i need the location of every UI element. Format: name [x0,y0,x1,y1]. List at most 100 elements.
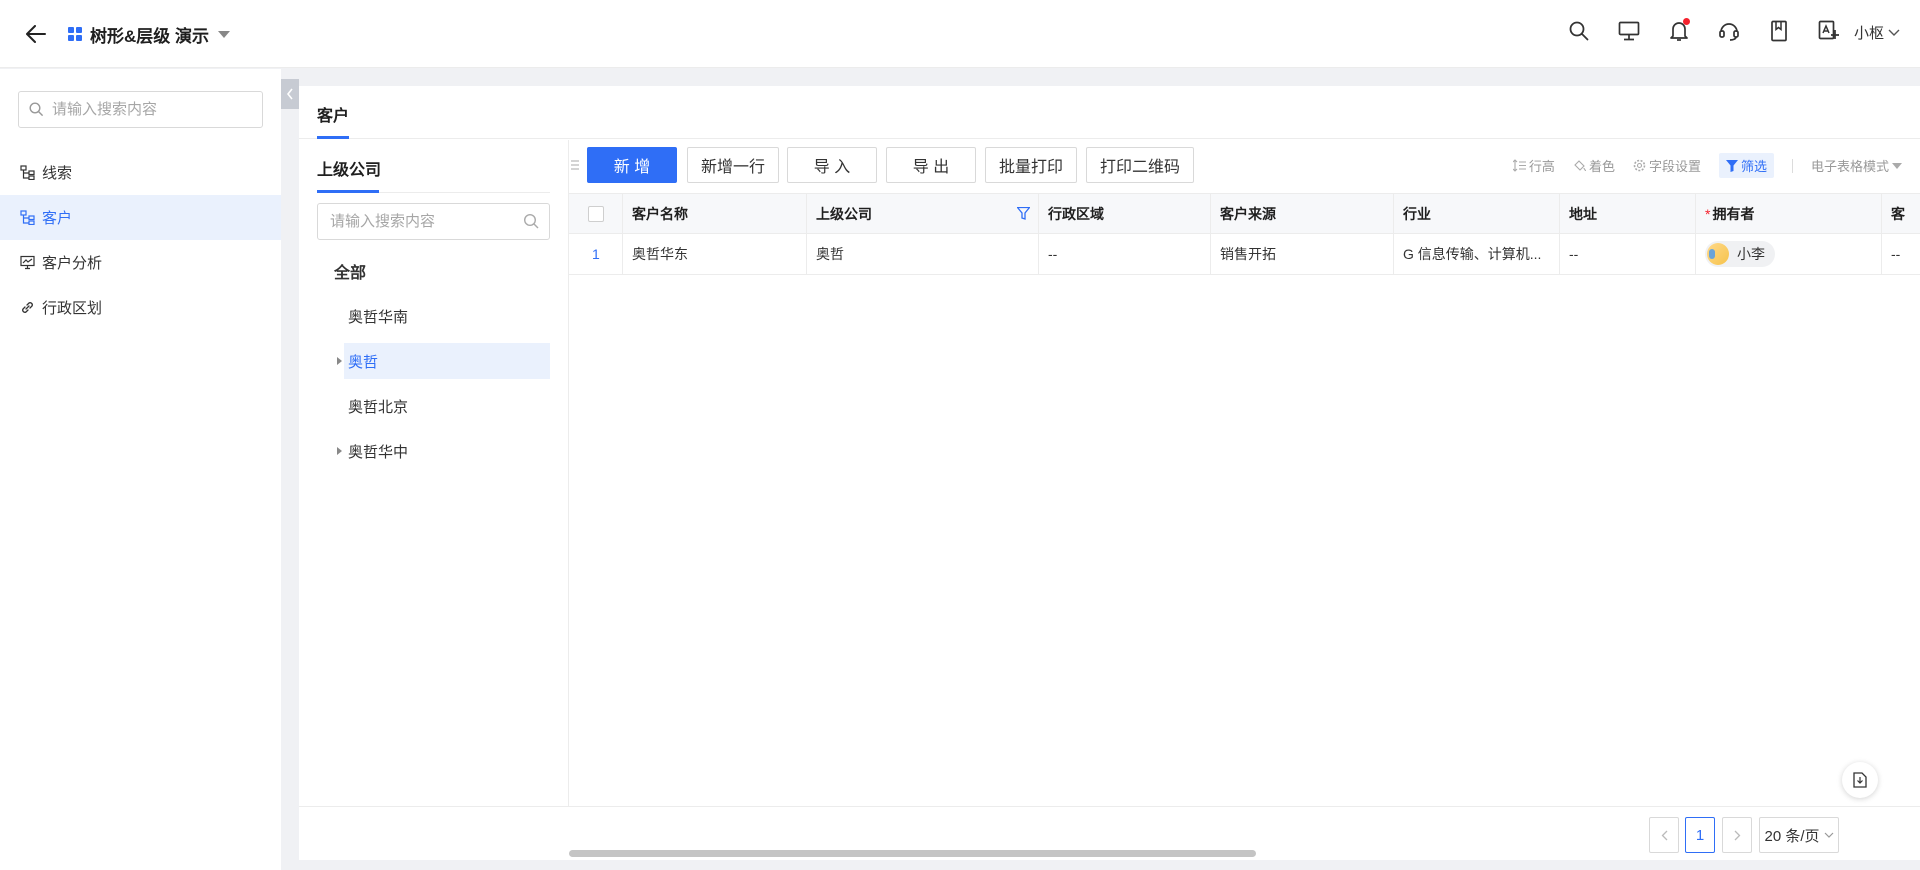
tree-icon [20,210,35,225]
translate-icon [1818,20,1839,40]
search-button[interactable] [1568,20,1590,42]
row-index: 1 [569,234,623,274]
select-all-cell [569,194,623,233]
page-size-select[interactable]: 20 条/页 [1759,817,1839,853]
filter-button[interactable]: 筛选 [1718,153,1774,178]
spreadsheet-mode-label: 电子表格模式 [1810,159,1889,174]
sidebar-search-input[interactable] [52,101,252,118]
row-height-label: 行高 [1528,159,1555,174]
column-header[interactable]: 客户名称 [623,194,807,233]
cell-region[interactable]: -- [1039,234,1211,274]
row-height-button[interactable]: 行高 [1512,156,1555,175]
cell-extra[interactable]: -- [1882,234,1920,274]
cell-owner[interactable]: 小李 [1696,234,1882,274]
column-header[interactable]: 上级公司 [807,194,1039,233]
tree-panel: 上级公司 全部 奥哲华南 奥哲 奥哲北京 奥哲华中 [299,140,569,806]
print-qr-button[interactable]: 打印二维码 [1086,147,1194,183]
arrow-left-icon [26,25,46,43]
app-switcher[interactable]: 树形&层级 演示 [68,20,231,48]
caret-right-icon [336,447,342,455]
docs-button[interactable] [1768,20,1790,42]
back-button[interactable] [22,20,50,48]
support-button[interactable] [1718,20,1740,42]
caret-right-icon [336,357,342,365]
add-row-button[interactable]: 新增一行 [687,147,779,183]
tab-customers[interactable]: 客户 [317,102,349,126]
document-icon [1853,772,1867,788]
column-header[interactable]: 客户来源 [1211,194,1394,233]
row-height-icon [1512,159,1526,172]
page-number-button[interactable]: 1 [1685,817,1715,853]
sidebar-item-customer-analysis[interactable]: 客户分析 [0,240,281,285]
export-button[interactable]: 导 出 [886,147,976,183]
column-header-label: 拥有者 [1712,205,1755,222]
grid-icon [68,27,82,41]
sidebar-item-leads[interactable]: 线索 [0,150,281,195]
tree-expand-toggle[interactable] [335,433,343,469]
sidebar-menu: 线索 客户 客户分析 行政区划 [0,150,281,330]
caret-down-icon [218,30,230,38]
next-page-button[interactable] [1722,817,1752,853]
funnel-icon [1725,159,1738,172]
column-header[interactable]: * 拥有者 [1696,194,1882,233]
book-icon [1771,20,1787,42]
tree-node[interactable]: 奥哲 [344,343,550,379]
grid-toolbar: 新 增 新增一行 导 入 导 出 批量打印 打印二维码 行高 着色 字段设置 筛… [569,140,1920,187]
import-button[interactable]: 导 入 [787,147,877,183]
column-header[interactable]: 客 [1882,194,1920,233]
sidebar-search [18,91,263,128]
tree-expand-toggle[interactable] [335,343,343,379]
owner-chip[interactable]: 小李 [1705,241,1775,267]
floating-doc-button[interactable] [1842,762,1878,798]
tree-node[interactable]: 奥哲华中 [344,433,550,469]
cell-industry[interactable]: G 信息传输、计算机... [1394,234,1560,274]
search-icon [1569,21,1589,41]
owner-name: 小李 [1737,246,1765,262]
coloring-button[interactable]: 着色 [1573,156,1615,175]
cell-parent-company[interactable]: 奥哲 [807,234,1039,274]
sidebar-item-customers[interactable]: 客户 [0,195,281,240]
chevron-left-icon [286,88,293,100]
gear-icon [1633,159,1646,172]
spreadsheet-mode-toggle[interactable]: 电子表格模式 [1811,156,1902,175]
tree-search-input[interactable] [330,213,515,230]
cell-source[interactable]: 销售开拓 [1211,234,1394,274]
cell-address[interactable]: -- [1560,234,1696,274]
sidebar-collapse-button[interactable] [281,79,299,109]
table-row[interactable]: 1 奥哲华东 奥哲 -- 销售开拓 G 信息传输、计算机... -- 小李 -- [569,234,1920,275]
coloring-label: 着色 [1588,159,1615,174]
sidebar-item-label: 客户 [42,210,73,227]
cell-customer-name[interactable]: 奥哲华东 [623,234,807,274]
pagination-bar: 1 20 条/页 [299,806,1920,860]
grid-view-tools: 行高 着色 字段设置 筛选 电子表格模式 [1512,153,1902,178]
list-icon [571,160,579,170]
chevron-left-icon [1661,830,1667,840]
sidebar-item-admin-regions[interactable]: 行政区划 [0,285,281,330]
translate-button[interactable] [1818,20,1840,42]
field-settings-button[interactable]: 字段设置 [1633,156,1701,175]
tab-active-indicator [317,136,349,139]
tree-node[interactable]: 奥哲华南 [344,298,550,334]
search-icon [523,213,539,229]
chevron-right-icon [1734,830,1740,840]
app-title: 树形&层级 演示 [90,26,209,46]
display-button[interactable] [1618,20,1640,42]
tree-node[interactable]: 奥哲北京 [344,388,550,424]
select-all-checkbox[interactable] [588,205,604,222]
divider [1791,158,1793,173]
column-header[interactable]: 地址 [1560,194,1696,233]
monitor-icon [1618,21,1640,41]
link-icon [22,302,33,313]
column-header[interactable]: 行政区域 [1039,194,1211,233]
user-menu[interactable]: 小枢 [1854,22,1900,43]
add-button[interactable]: 新 增 [587,147,677,183]
tree-node-all[interactable]: 全部 [334,253,366,289]
column-header[interactable]: 行业 [1394,194,1560,233]
header-actions [1568,18,1840,42]
prev-page-button[interactable] [1649,817,1679,853]
caret-down-icon [1892,162,1902,169]
notification-button[interactable] [1668,18,1690,42]
tree-title-indicator [317,190,379,193]
batch-print-button[interactable]: 批量打印 [985,147,1077,183]
funnel-icon[interactable] [1017,207,1030,220]
